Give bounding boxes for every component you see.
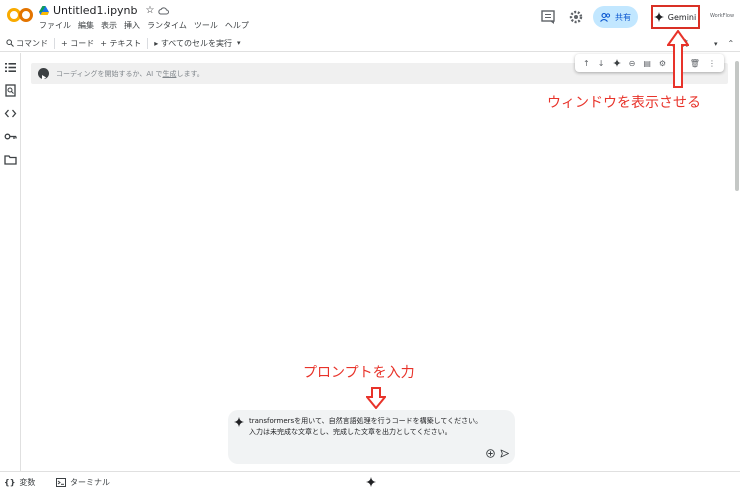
command-label: コマンド [16,38,48,48]
menu-runtime[interactable]: ランタイム [147,20,187,31]
colab-window: Untitled1.ipynb ☆ ファイル 編集 表示 挿入 ランタイム ツー… [0,0,740,491]
drive-icon [39,6,49,15]
find-icon[interactable] [4,84,17,97]
share-label: 共有 [615,12,631,22]
title-row: Untitled1.ipynb ☆ [39,4,170,17]
add-text-button[interactable]: + テキスト [100,38,141,49]
left-sidebar [0,53,21,471]
annotation-arrow-down [366,387,386,409]
notebook-title[interactable]: Untitled1.ipynb [53,4,138,17]
move-up-icon[interactable]: ↑ [583,59,590,68]
people-icon [600,12,611,22]
menu-tools[interactable]: ツール [194,20,218,31]
gemini-highlight-box [651,5,700,29]
star-icon[interactable]: ☆ [146,5,155,16]
status-bar: {} 変数 ターミナル [0,471,740,491]
more-icon[interactable]: ⋮ [708,59,716,68]
variables-label: 変数 [19,478,36,487]
terminal-label: ターミナル [70,478,110,487]
cloud-icon [158,7,170,15]
sparkle-icon[interactable] [612,59,621,67]
send-icon[interactable] [500,449,509,458]
add-icon[interactable] [486,449,495,458]
toolbar-divider [54,37,55,49]
menu-insert[interactable]: 挿入 [124,20,140,31]
braces-icon: {} [4,478,16,487]
variables-button[interactable]: {} 変数 [4,477,35,488]
menu-bar: ファイル 編集 表示 挿入 ランタイム ツール ヘルプ [39,20,249,31]
command-button[interactable]: コマンド [6,38,48,49]
comment-cell-icon[interactable]: ▤ [643,59,651,68]
gear-icon[interactable] [568,9,584,25]
code-snippets-icon[interactable] [4,107,17,120]
toolbar-divider [147,37,149,49]
run-all-button[interactable]: ▸ すべてのセルを実行 [154,38,232,49]
menu-file[interactable]: ファイル [39,20,71,31]
sparkle-icon[interactable] [366,477,376,487]
collapse-icon[interactable]: ⌃ [728,39,735,48]
table-of-contents-icon[interactable] [4,61,17,74]
prompt-input[interactable]: transformersを用いて、自然言語処理を行うコードを構築してください。 … [249,416,482,438]
connect-dropdown-icon[interactable]: ▾ [714,40,718,48]
menu-view[interactable]: 表示 [101,20,117,31]
cell-placeholder: コーディングを開始するか、AI で生成します。 [56,70,204,78]
scrollbar[interactable] [734,53,740,471]
cell-toolbar: ↑ ↓ ⊖ ▤ ⚙ ▢ 🗑 ⋮ [575,54,724,72]
annotation-prompt-note: プロンプトを入力 [303,365,415,381]
terminal-icon [56,478,66,487]
move-down-icon[interactable]: ↓ [598,59,605,68]
terminal-button[interactable]: ターミナル [56,477,110,488]
menu-edit[interactable]: 編集 [78,20,94,31]
cell-settings-icon[interactable]: ⚙ [659,59,666,68]
delete-icon[interactable]: 🗑 [690,59,700,68]
run-cell-button[interactable] [38,68,49,80]
header-actions: 共有 Gemini WorkFlow [540,6,736,28]
add-code-button[interactable]: + コード [61,38,94,49]
brand-label: WorkFlow [710,13,735,19]
play-icon [42,75,47,80]
folder-icon[interactable] [4,153,17,166]
notebook-toolbar: コマンド + コード + テキスト ▸ すべてのセルを実行 ▾ 接続 ▾ ⌃ [0,35,740,52]
share-button[interactable]: 共有 [593,6,638,28]
annotation-window-note: ウィンドウを表示させる [547,95,701,111]
run-all-dropdown-icon[interactable]: ▾ [237,39,241,47]
gemini-prompt-box[interactable]: transformersを用いて、自然言語処理を行うコードを構築してください。 … [228,410,515,464]
colab-logo[interactable] [7,7,33,23]
search-icon [6,39,14,47]
sparkle-icon [234,417,244,427]
annotation-arrow-up [667,30,689,88]
link-icon[interactable]: ⊖ [629,59,636,68]
comment-icon[interactable] [540,9,556,25]
menu-help[interactable]: ヘルプ [225,20,249,31]
key-icon[interactable] [4,130,17,143]
generate-link[interactable]: 生成 [162,70,176,78]
scrollbar-thumb[interactable] [735,61,739,191]
